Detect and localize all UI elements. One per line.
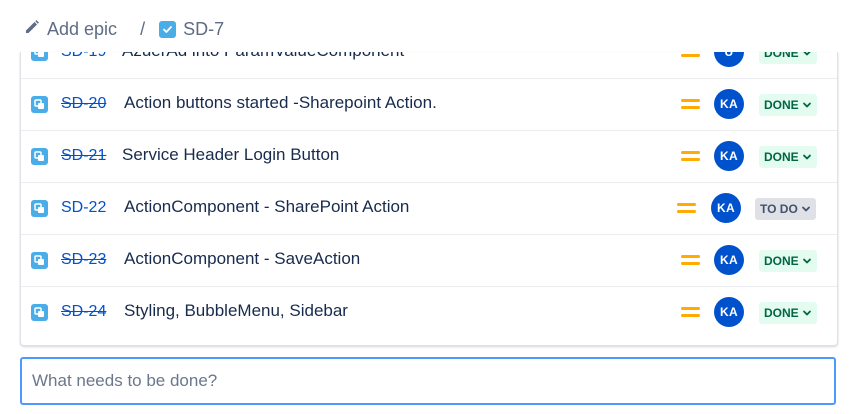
avatar[interactable]: U	[714, 52, 744, 67]
chevron-down-icon	[802, 154, 811, 160]
breadcrumb: Add epic / SD-7	[24, 17, 224, 41]
status-dropdown[interactable]: DONE	[759, 302, 817, 324]
add-epic-label: Add epic	[47, 18, 118, 39]
priority-medium-icon	[681, 97, 700, 111]
subtask-icon	[31, 200, 48, 217]
parent-issue-key: SD-7	[183, 18, 225, 39]
issue-summary[interactable]: Styling, BubbleMenu, Sidebar	[124, 301, 348, 321]
avatar[interactable]: KA	[714, 141, 744, 171]
child-issues-list: SD-19 AzuerAd into ParamValueComponent U…	[21, 52, 837, 338]
issue-summary[interactable]: Service Header Login Button	[122, 145, 339, 165]
priority-medium-icon	[681, 52, 700, 59]
issue-summary[interactable]: Action buttons started -Sharepoint Actio…	[124, 93, 437, 113]
issue-key[interactable]: SD-23	[61, 251, 106, 269]
subtask-icon	[31, 304, 48, 321]
issue-row[interactable]: SD-22 ActionComponent - SharePoint Actio…	[21, 183, 837, 235]
issue-row[interactable]: SD-23 ActionComponent - SaveAction KA DO…	[21, 235, 837, 287]
issue-summary[interactable]: AzuerAd into ParamValueComponent	[122, 52, 404, 61]
status-label: DONE	[764, 306, 799, 320]
status-label: DONE	[764, 52, 799, 60]
priority-medium-icon	[681, 305, 700, 319]
chevron-down-icon	[801, 206, 810, 212]
issue-key[interactable]: SD-22	[61, 199, 106, 217]
pencil-icon	[24, 19, 40, 40]
issue-row[interactable]: SD-24 Styling, BubbleMenu, Sidebar KA DO…	[21, 287, 837, 338]
status-dropdown[interactable]: DONE	[759, 146, 817, 168]
create-issue-field[interactable]	[20, 357, 836, 405]
issue-row[interactable]: SD-21 Service Header Login Button KA DON…	[21, 131, 837, 183]
breadcrumb-separator: /	[140, 18, 146, 39]
priority-medium-icon	[681, 149, 700, 163]
checkbox-task-icon	[159, 20, 177, 38]
add-epic-link[interactable]: Add epic	[24, 19, 117, 40]
subtask-icon	[31, 252, 48, 269]
chevron-down-icon	[802, 52, 811, 56]
status-dropdown[interactable]: DONE	[759, 94, 817, 116]
chevron-down-icon	[802, 310, 811, 316]
avatar[interactable]: KA	[714, 89, 744, 119]
issue-key[interactable]: SD-20	[61, 95, 106, 113]
status-label: DONE	[764, 98, 799, 112]
create-issue-input[interactable]	[22, 359, 832, 403]
subtask-icon	[31, 148, 48, 165]
status-dropdown[interactable]: TO DO	[755, 198, 816, 220]
issue-row[interactable]: SD-19 AzuerAd into ParamValueComponent U…	[21, 52, 837, 79]
issue-key[interactable]: SD-21	[61, 147, 106, 165]
avatar[interactable]: KA	[714, 245, 744, 275]
issue-summary[interactable]: ActionComponent - SharePoint Action	[124, 197, 409, 217]
status-label: DONE	[764, 150, 799, 164]
issue-row[interactable]: SD-20 Action buttons started -Sharepoint…	[21, 79, 837, 131]
chevron-down-icon	[802, 258, 811, 264]
issue-key[interactable]: SD-19	[61, 52, 106, 61]
subtask-icon	[31, 52, 48, 61]
avatar[interactable]: KA	[711, 193, 741, 223]
status-label: TO DO	[760, 202, 798, 216]
issue-summary[interactable]: ActionComponent - SaveAction	[124, 249, 360, 269]
status-dropdown[interactable]: DONE	[759, 52, 817, 64]
chevron-down-icon	[802, 102, 811, 108]
priority-medium-icon	[677, 201, 696, 215]
avatar[interactable]: KA	[714, 297, 744, 327]
parent-issue-link[interactable]: SD-7	[159, 19, 224, 40]
status-dropdown[interactable]: DONE	[759, 250, 817, 272]
subtask-icon	[31, 96, 48, 113]
priority-medium-icon	[681, 253, 700, 267]
child-issues-panel: SD-19 AzuerAd into ParamValueComponent U…	[20, 52, 838, 346]
issue-key[interactable]: SD-24	[61, 303, 106, 321]
status-label: DONE	[764, 254, 799, 268]
